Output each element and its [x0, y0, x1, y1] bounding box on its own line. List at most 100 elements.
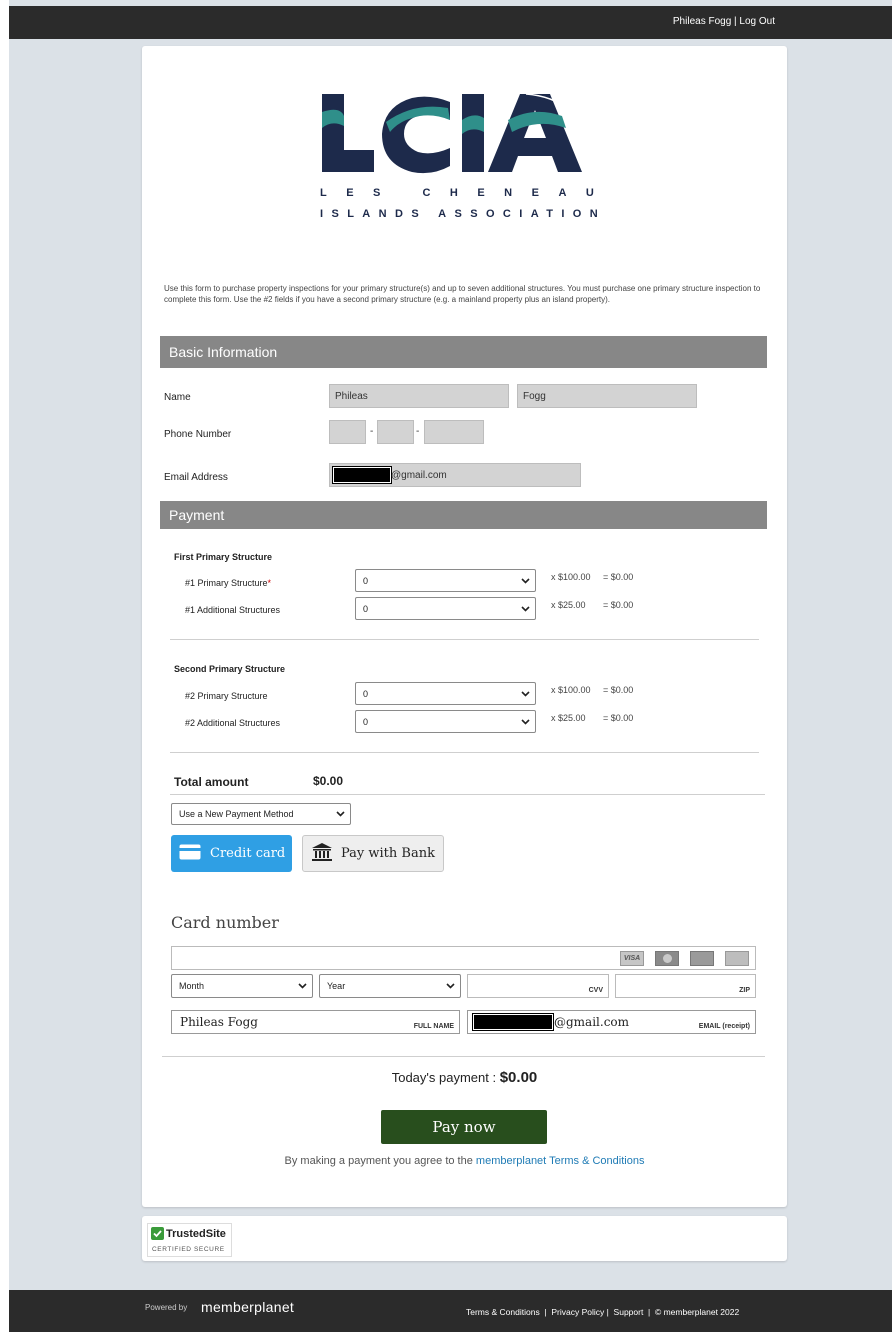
full-name-tag: FULL NAME [413, 1023, 454, 1030]
section-payment-title: Payment [169, 507, 225, 523]
visa-icon: VISA [620, 951, 644, 966]
trust-sub: CERTIFIED SECURE [152, 1246, 225, 1253]
lcia-logo-mark: LES CHENEAUX ISLANDS ASSOCIATION [320, 93, 621, 220]
row2-label: #1 Additional Structures [185, 605, 281, 615]
email-receipt-value: @gmail.com [554, 1015, 630, 1029]
divider [162, 1056, 765, 1057]
top-bar: Phileas Fogg | Log Out [9, 6, 892, 39]
chevron-down-icon [446, 983, 455, 989]
email-receipt-input[interactable]: @gmail.com EMAIL (receipt) [467, 1010, 756, 1034]
credit-card-button[interactable]: Credit card [171, 835, 292, 872]
cvv-input[interactable]: CVV [467, 974, 609, 998]
pay-with-bank-label: Pay with Bank [341, 846, 435, 861]
year-select[interactable]: Year [319, 974, 461, 998]
row1-label-text: #1 Primary Structure [185, 578, 268, 588]
terms-link[interactable]: memberplanet Terms & Conditions [476, 1155, 645, 1167]
chevron-down-icon [521, 718, 530, 725]
first-name-input[interactable]: Phileas [329, 384, 509, 408]
card-logos: VISA [620, 951, 749, 966]
primary-1-select[interactable]: 0 [355, 569, 536, 592]
pay-with-bank-button[interactable]: Pay with Bank [302, 835, 444, 872]
row4-price: x $25.00 [551, 713, 586, 723]
logo-line-2: ISLANDS ASSOCIATION [320, 208, 606, 220]
first-structure-heading: First Primary Structure [174, 552, 273, 562]
primary-1-select-value: 0 [363, 575, 369, 586]
divider [170, 752, 759, 753]
chevron-down-icon [521, 605, 530, 612]
discover-icon [725, 951, 749, 966]
footer: Powered by memberplanet Terms & Conditio… [9, 1290, 892, 1332]
chevron-down-icon [336, 811, 345, 817]
agreement-text: By making a payment you agree to the [284, 1155, 473, 1167]
chevron-down-icon [521, 577, 530, 584]
mastercard-icon [655, 951, 679, 966]
todays-payment-label: Today's payment : [391, 1070, 497, 1085]
card-number-input[interactable]: VISA [171, 946, 756, 970]
logo-line-1: LES CHENEAUX [320, 187, 610, 199]
footer-links[interactable]: Terms & Conditions | Privacy Policy | Su… [466, 1307, 739, 1317]
name-label: Name [164, 392, 191, 403]
cvv-tag: CVV [588, 987, 603, 994]
trustedsite-badge[interactable]: TrustedSite CERTIFIED SECURE [147, 1223, 232, 1257]
last-name-value: Fogg [523, 390, 546, 402]
year-value: Year [327, 981, 346, 991]
page-background: Phileas Fogg | Log Out LES CHENEAUX ISLA… [9, 0, 892, 1332]
row1-label: #1 Primary Structure* [185, 578, 271, 588]
redacted-block [472, 1013, 554, 1031]
pay-now-button[interactable]: Pay now [381, 1110, 547, 1144]
redacted-block [332, 466, 392, 484]
additional-1-select[interactable]: 0 [355, 597, 536, 620]
total-label: Total amount [174, 775, 249, 789]
chevron-down-icon [298, 983, 307, 989]
amex-icon [690, 951, 714, 966]
zip-input[interactable]: ZIP [615, 974, 756, 998]
primary-2-select[interactable]: 0 [355, 682, 536, 705]
section-basic-title: Basic Information [169, 344, 278, 360]
checkmark-icon [151, 1227, 164, 1240]
phone-prefix-input[interactable] [377, 420, 414, 444]
phone-label: Phone Number [164, 429, 232, 440]
powered-by-label: Powered by [145, 1303, 188, 1312]
phone-dash-2: - [416, 426, 420, 437]
payment-method-value: Use a New Payment Method [179, 809, 294, 819]
intro-text: Use this form to purchase property inspe… [164, 284, 761, 304]
primary-2-select-value: 0 [363, 688, 369, 699]
form-card: LES CHENEAUX ISLANDS ASSOCIATION Use thi… [142, 46, 787, 1207]
email-label: Email Address [164, 472, 228, 483]
divider [170, 794, 765, 795]
card-number-title: Card number [171, 913, 279, 932]
required-mark: * [267, 578, 272, 588]
phone-area-input[interactable] [329, 420, 366, 444]
section-basic-info: Basic Information [160, 336, 767, 368]
additional-1-select-value: 0 [363, 603, 369, 614]
phone-line-input[interactable] [424, 420, 484, 444]
memberplanet-logo[interactable]: memberplanet [201, 1299, 294, 1315]
row3-label: #2 Primary Structure [185, 691, 268, 701]
todays-payment-value: $0.00 [499, 1069, 538, 1086]
user-links[interactable]: Phileas Fogg | Log Out [673, 16, 775, 27]
additional-2-select-value: 0 [363, 716, 369, 727]
row1-total: = $0.00 [603, 572, 634, 582]
credit-card-label: Credit card [210, 846, 286, 861]
row2-total: = $0.00 [603, 600, 634, 610]
trust-brand-row: TrustedSite [151, 1227, 226, 1240]
email-input[interactable]: @gmail.com [329, 463, 581, 487]
pay-now-label: Pay now [432, 1118, 496, 1136]
trust-card: TrustedSite CERTIFIED SECURE [142, 1216, 787, 1261]
payment-method-select[interactable]: Use a New Payment Method [171, 803, 351, 825]
row2-price: x $25.00 [551, 600, 586, 610]
todays-payment: Today's payment : $0.00 [142, 1069, 787, 1086]
agreement-line: By making a payment you agree to the mem… [142, 1155, 787, 1167]
first-name-value: Phileas [335, 390, 368, 402]
month-value: Month [179, 981, 205, 991]
second-structure-heading: Second Primary Structure [174, 664, 286, 674]
row1-price: x $100.00 [551, 572, 591, 582]
last-name-input[interactable]: Fogg [517, 384, 697, 408]
additional-2-select[interactable]: 0 [355, 710, 536, 733]
trust-brand: TrustedSite [166, 1227, 226, 1240]
chevron-down-icon [521, 690, 530, 697]
phone-dash-1: - [370, 426, 374, 437]
row3-total: = $0.00 [603, 685, 634, 695]
month-select[interactable]: Month [171, 974, 313, 998]
full-name-input[interactable]: Phileas Fogg FULL NAME [171, 1010, 460, 1034]
